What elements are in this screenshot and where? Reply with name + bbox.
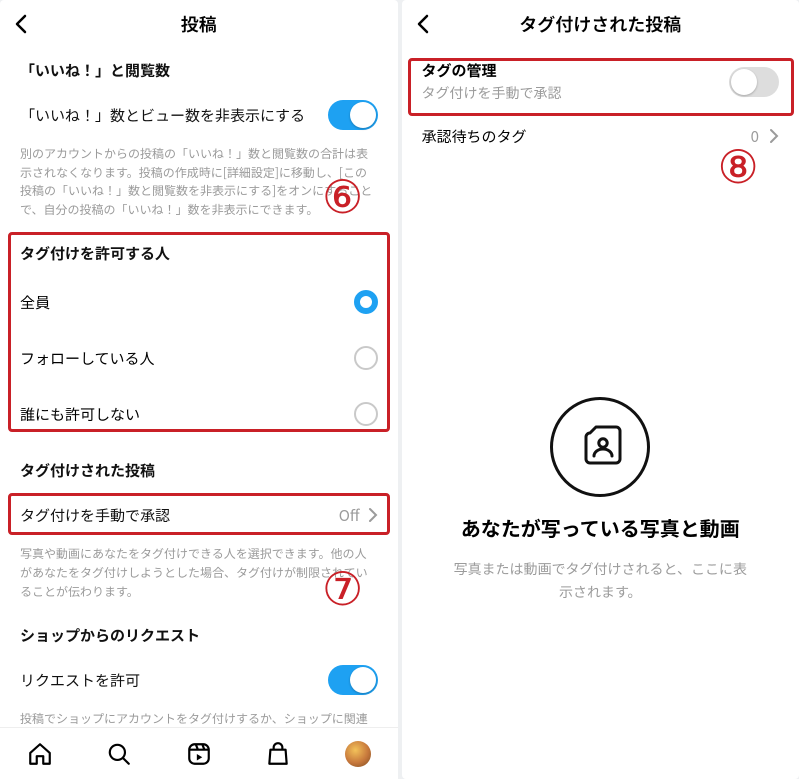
section-tagged-posts: タグ付けされた投稿 タグ付けを手動で承認 Off [0, 442, 398, 543]
section-likes-title: 「いいね！」と閲覧数 [20, 60, 378, 81]
approve-manually-description: 写真や動画にあなたをタグ付けできる人を選択できます。他の人があなたをタグ付けしよ… [0, 543, 398, 613]
row-tag-management[interactable]: タグの管理 タグ付けを手動で承認 [402, 48, 799, 111]
toggle-tag-management[interactable] [729, 67, 779, 97]
radio-none-control[interactable] [354, 402, 378, 426]
tab-shop[interactable] [265, 741, 291, 767]
tag-management-title: タグの管理 [422, 60, 562, 81]
section-shop-requests: ショップからのリクエスト リクエストを許可 [0, 613, 398, 708]
pending-tags-count: 0 [751, 126, 759, 147]
radio-following[interactable]: フォローしている人 [20, 330, 378, 386]
back-button[interactable] [412, 0, 436, 48]
shop-icon [265, 741, 291, 767]
toggle-knob [350, 667, 376, 693]
toggle-knob [350, 102, 376, 128]
left-header: 投稿 [0, 0, 398, 48]
tab-search[interactable] [106, 741, 132, 767]
reels-icon [186, 741, 212, 767]
section-tag-permit: タグ付けを許可する人 [0, 231, 398, 264]
back-icon [412, 12, 436, 36]
toggle-hide-likes[interactable] [328, 100, 378, 130]
radio-none[interactable]: 誰にも許可しない [20, 386, 378, 442]
page-title: 投稿 [181, 11, 217, 37]
back-button[interactable] [10, 0, 34, 48]
chevron-right-icon [769, 128, 779, 144]
radio-everyone[interactable]: 全員 [20, 274, 378, 330]
profile-avatar [345, 741, 371, 767]
row-approve-manually-value: Off [339, 505, 360, 526]
row-allow-requests[interactable]: リクエストを許可 [20, 656, 378, 704]
radio-everyone-label: 全員 [20, 292, 50, 313]
radio-none-label: 誰にも許可しない [20, 404, 140, 425]
radio-following-label: フォローしている人 [20, 348, 155, 369]
section-tag-permit-title: タグ付けを許可する人 [20, 243, 378, 264]
empty-state-icon-ring [550, 397, 650, 497]
tab-profile[interactable] [345, 741, 371, 767]
row-hide-likes[interactable]: 「いいね！」数とビュー数を非表示にする [20, 91, 378, 139]
toggle-allow-requests[interactable] [328, 665, 378, 695]
toggle-knob [731, 69, 757, 95]
row-pending-tags[interactable]: 承認待ちのタグ 0 [402, 111, 799, 161]
row-allow-requests-label: リクエストを許可 [20, 670, 140, 691]
section-tagged-posts-title: タグ付けされた投稿 [20, 460, 378, 481]
tag-permit-radios: 全員 フォローしている人 誰にも許可しない [20, 274, 378, 442]
tag-management-subtitle: タグ付けを手動で承認 [422, 83, 562, 103]
page-title: タグ付けされた投稿 [519, 11, 681, 37]
back-icon [10, 12, 34, 36]
chevron-right-icon [368, 507, 378, 523]
radio-everyone-control[interactable] [354, 290, 378, 314]
empty-state-subtitle: 写真または動画でタグ付けされると、ここに表示されます。 [450, 558, 750, 603]
right-header: タグ付けされた投稿 [402, 0, 799, 48]
section-shop-requests-title: ショップからのリクエスト [20, 625, 378, 646]
home-icon [27, 741, 53, 767]
search-icon [106, 741, 132, 767]
pending-tags-label: 承認待ちのタグ [422, 126, 527, 147]
radio-following-control[interactable] [354, 346, 378, 370]
row-approve-manually-label: タグ付けを手動で承認 [20, 505, 170, 526]
tab-reels[interactable] [186, 741, 212, 767]
row-approve-manually[interactable]: タグ付けを手動で承認 Off [20, 491, 378, 539]
empty-state: あなたが写っている写真と動画 写真または動画でタグ付けされると、ここに表示されま… [402, 161, 799, 779]
section-likes: 「いいね！」と閲覧数 「いいね！」数とビュー数を非表示にする [0, 48, 398, 143]
row-hide-likes-label: 「いいね！」数とビュー数を非表示にする [20, 105, 305, 126]
tab-home[interactable] [27, 741, 53, 767]
hide-likes-description: 別のアカウントからの投稿の「いいね！」数と閲覧数の合計は表示されなくなります。投… [0, 143, 398, 231]
empty-state-title: あなたが写っている写真と動画 [461, 513, 740, 542]
tag-person-icon [576, 423, 624, 471]
tab-bar [0, 727, 398, 779]
